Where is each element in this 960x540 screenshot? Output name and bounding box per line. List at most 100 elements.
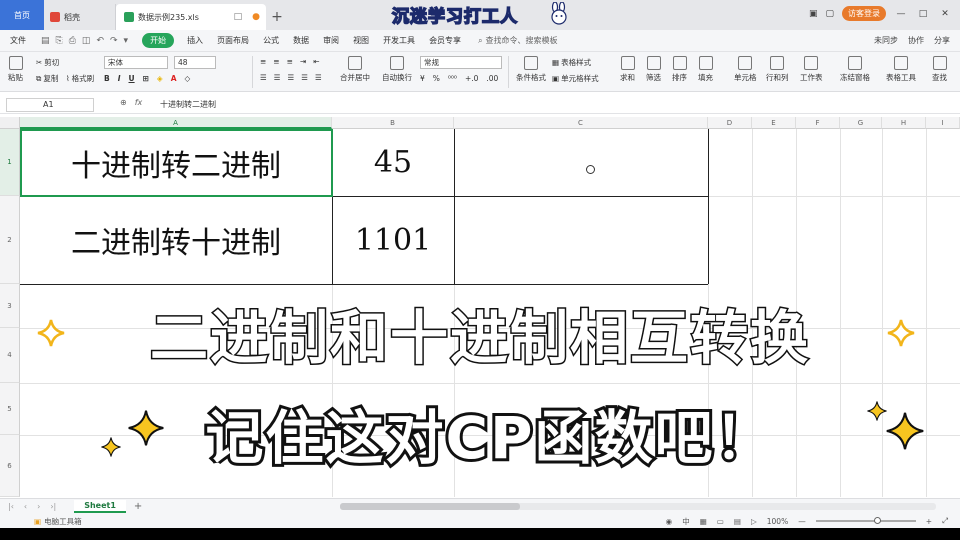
align-middle-icon[interactable]: ≡ [273,57,279,66]
name-box[interactable]: A1 [6,98,94,112]
next-sheet-icon[interactable]: › [37,502,40,511]
fx-icon[interactable]: fx [135,98,143,107]
row-header-2[interactable]: 2 [0,196,20,284]
column-header-c[interactable]: C [454,117,708,129]
sheet-tab-sheet1[interactable]: Sheet1 [74,500,126,513]
number-format-select[interactable]: 常规 [420,56,502,69]
zoom-out-icon[interactable]: — [798,517,806,526]
worksheet-button[interactable]: 工作表 [800,56,823,83]
row-header-1[interactable]: 1 [0,129,20,196]
align-center-icon[interactable]: ☰ [274,73,281,82]
decrease-decimal-icon[interactable]: .00 [486,74,498,83]
zoom-in-icon[interactable]: + [926,517,932,526]
zoom-level[interactable]: 100% [767,517,788,526]
row-col-button[interactable]: 行和列 [766,56,789,83]
align-right-icon[interactable]: ☰ [287,73,294,82]
zoom-icon[interactable]: ⊕ [120,98,127,107]
column-header-h[interactable]: H [882,117,926,129]
maximize-button[interactable]: □ [916,9,930,19]
table-tools-button[interactable]: 表格工具 [886,56,916,83]
column-header-e[interactable]: E [752,117,796,129]
align-bottom-icon[interactable]: ≡ [287,57,293,66]
login-button[interactable]: 访客登录 [842,6,886,21]
page-break-view-icon[interactable]: ▤ [734,517,741,526]
justify-icon[interactable]: ☰ [301,73,308,82]
close-button[interactable]: ✕ [938,9,952,19]
tab-page-layout[interactable]: 页面布局 [210,35,256,46]
toolbox-label[interactable]: 电脑工具箱 [44,516,82,527]
tab-formulas[interactable]: 公式 [256,35,286,46]
share-button[interactable]: 分享 [934,35,950,46]
cut-button[interactable]: ✂ 剪切 [36,57,59,68]
undo-icon[interactable]: ↶ [96,36,104,46]
italic-icon[interactable]: I [118,74,121,83]
collaborate-button[interactable]: 协作 [908,35,924,46]
find-button[interactable]: 查找 [932,56,947,83]
merge-center-button[interactable]: 合并居中 [340,56,370,83]
command-search[interactable]: ⌕ 查找命令、搜索模板 [478,35,557,46]
indent-icon[interactable]: ⇥ [300,57,306,66]
tab-member[interactable]: 会员专享 [422,35,468,46]
cell-button[interactable]: 单元格 [734,56,757,83]
minimize-button[interactable]: — [894,9,908,19]
cell-style-button[interactable]: ▣ 单元格样式 [552,73,599,84]
redo-icon[interactable]: ↷ [110,36,118,46]
thousands-icon[interactable]: ⁰⁰⁰ [448,74,457,83]
tab-view[interactable]: 视图 [346,35,376,46]
clear-format-icon[interactable]: ◇ [185,74,191,83]
formula-input[interactable]: 十进制转二进制 [160,99,216,110]
row-header-5[interactable]: 5 [0,383,20,435]
column-header-f[interactable]: F [796,117,840,129]
column-header-a[interactable]: A [20,117,332,129]
new-tab-button[interactable]: + [266,4,288,30]
paste-button[interactable]: 粘贴 [8,56,23,83]
tab-developer[interactable]: 开发工具 [376,35,422,46]
cell-b2[interactable]: 1101 [332,196,454,284]
bold-icon[interactable]: B [104,74,110,83]
input-lang[interactable]: 中 [682,516,690,527]
row-header-3[interactable]: 3 [0,284,20,328]
sort-button[interactable]: 排序 [672,56,687,83]
fit-window-icon[interactable]: ⤢ [942,516,948,526]
underline-icon[interactable]: U [129,74,135,83]
format-painter-button[interactable]: ⌇ 格式刷 [66,73,94,84]
reading-mode-icon[interactable]: ▷ [751,517,757,526]
percent-icon[interactable]: % [433,74,440,83]
column-header-b[interactable]: B [332,117,454,129]
cell-b1[interactable]: 45 [332,129,454,196]
column-header-g[interactable]: G [840,117,882,129]
column-header-i[interactable]: I [926,117,960,129]
currency-icon[interactable]: ¥ [420,74,425,83]
preview-icon[interactable]: ◫ [82,36,91,46]
outdent-icon[interactable]: ⇤ [313,57,319,66]
print-icon[interactable]: ⎙ [69,36,76,46]
distribute-icon[interactable]: ☰ [315,73,322,82]
menu-file[interactable]: 文件 [0,35,33,46]
sync-status[interactable]: 未同步 [874,35,898,46]
layout-icon[interactable]: ▣ [809,9,818,19]
increase-decimal-icon[interactable]: +.0 [465,74,478,83]
tab-start[interactable]: 开始 [142,33,175,48]
export-icon[interactable]: ⎘ [56,36,63,46]
zoom-slider[interactable] [815,517,916,524]
tab-home[interactable]: 首页 [0,0,44,30]
copy-button[interactable]: ⧉ 复制 [36,73,58,84]
first-sheet-icon[interactable]: |‹ [8,502,14,511]
select-all-corner[interactable] [0,117,20,129]
fill-color-icon[interactable]: ◈ [157,74,163,83]
conditional-format-button[interactable]: 条件格式 [516,56,546,83]
cell-a2[interactable]: 二进制转十进制 [20,196,332,284]
normal-view-icon[interactable]: ▦ [700,517,707,526]
prev-sheet-icon[interactable]: ‹ [24,502,27,511]
tab-data[interactable]: 数据 [286,35,316,46]
more-icon[interactable]: ▾ [124,36,129,46]
tab-docer[interactable]: 稻壳 [44,4,116,30]
font-color-icon[interactable]: A [171,74,177,83]
table-style-button[interactable]: ▦ 表格样式 [552,57,591,68]
eye-icon[interactable]: ◉ [666,517,673,526]
align-top-icon[interactable]: ≡ [260,57,266,66]
font-family-select[interactable]: 宋体 [104,56,168,69]
window-icon[interactable]: ▢ [825,9,834,19]
save-icon[interactable]: ▤ [41,36,50,46]
page-layout-view-icon[interactable]: ▭ [717,517,724,526]
